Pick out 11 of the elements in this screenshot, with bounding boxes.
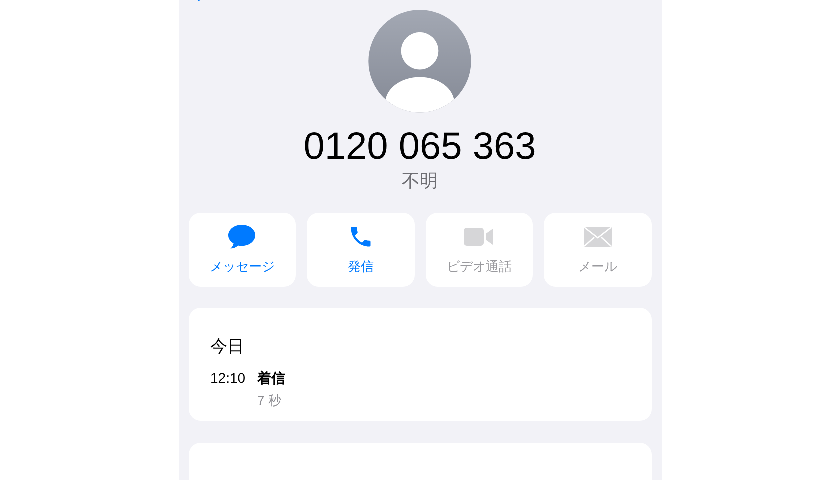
video-camera-icon [463, 226, 496, 248]
call-type: 着信 [258, 368, 286, 388]
speech-bubble-icon [227, 222, 258, 251]
caller-label: 不明 [402, 170, 438, 193]
phone-number: 0120 065 363 [304, 124, 536, 169]
envelope-icon [582, 226, 613, 248]
action-button[interactable]: メッセージ [188, 212, 296, 287]
call-duration: 7 秒 [258, 392, 282, 410]
date-heading: 今日 [210, 336, 246, 358]
action-button[interactable]: 発信 [307, 212, 414, 287]
call-time: 12:10 [210, 368, 246, 388]
